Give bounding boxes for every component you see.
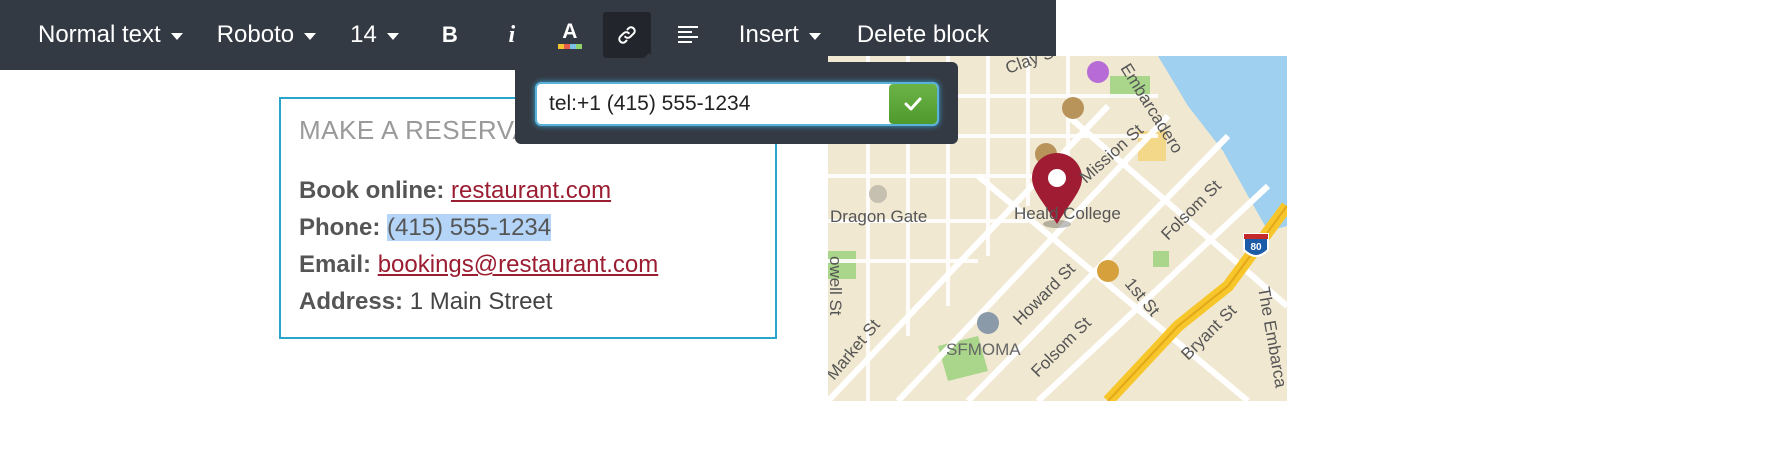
italic-icon: i [508,21,516,48]
map-label-dragon-gate: Dragon Gate [830,207,927,226]
font-size-dropdown[interactable]: 14 [350,21,399,49]
text-style-label: Normal text [38,21,161,48]
address-value: 1 Main Street [409,288,553,315]
insert-dropdown[interactable]: Insert [739,21,821,49]
font-family-label: Roboto [216,21,295,48]
popover-arrow [639,53,659,63]
landmark-icon [869,185,887,203]
chevron-down-icon [304,32,317,40]
font-size-label: 14 [350,21,377,48]
link-icon [618,26,636,44]
link-popover [515,53,958,144]
text-color-icon: A [562,19,578,43]
shopping-icon [1097,260,1119,282]
book-online-link[interactable]: restaurant.com [451,177,611,204]
italic-button[interactable]: i [497,12,527,58]
delete-block-button[interactable]: Delete block [857,21,989,49]
chevron-down-icon [170,32,183,40]
align-button[interactable] [665,12,713,58]
address-label: Address: [299,288,404,315]
block-title: MAKE A RESERVA [299,115,531,145]
address-line: Address: 1 Main Street [299,288,552,316]
link-url-input[interactable] [535,82,939,126]
delete-block-label: Delete block [856,21,989,48]
text-style-dropdown[interactable]: Normal text [38,21,183,49]
insert-label: Insert [738,21,799,48]
checkmark-icon [904,97,922,111]
book-online-label: Book online: [299,177,445,204]
chevron-down-icon [808,32,821,40]
email-label: Email: [299,251,372,278]
chevron-down-icon [386,32,399,40]
map-label-powell: owell St [828,256,845,316]
hotel-icon [1087,61,1109,83]
color-swatch-bar [557,43,582,49]
link-button[interactable] [602,12,651,58]
phone-line: Phone: (415) 555-1234 [299,214,552,242]
email-line: Email: bookings@restaurant.com [299,251,658,279]
map-label-sfmoma: SFMOMA [946,340,1021,359]
confirm-link-button[interactable] [889,84,937,124]
book-online-line: Book online: restaurant.com [299,177,611,205]
email-link[interactable]: bookings@restaurant.com [378,251,659,278]
phone-value-selected[interactable]: (415) 555-1234 [387,214,552,241]
bold-button[interactable]: B [435,12,465,58]
museum-icon [977,312,999,334]
map-label-heald-college: Heald College [1014,204,1121,223]
phone-label: Phone: [299,214,381,241]
align-left-icon [677,26,698,43]
restaurant-icon [1062,97,1084,119]
interstate-label: 80 [1250,242,1262,253]
text-color-button[interactable]: A [555,12,585,58]
bold-icon: B [441,22,458,47]
font-family-dropdown[interactable]: Roboto [216,21,317,49]
